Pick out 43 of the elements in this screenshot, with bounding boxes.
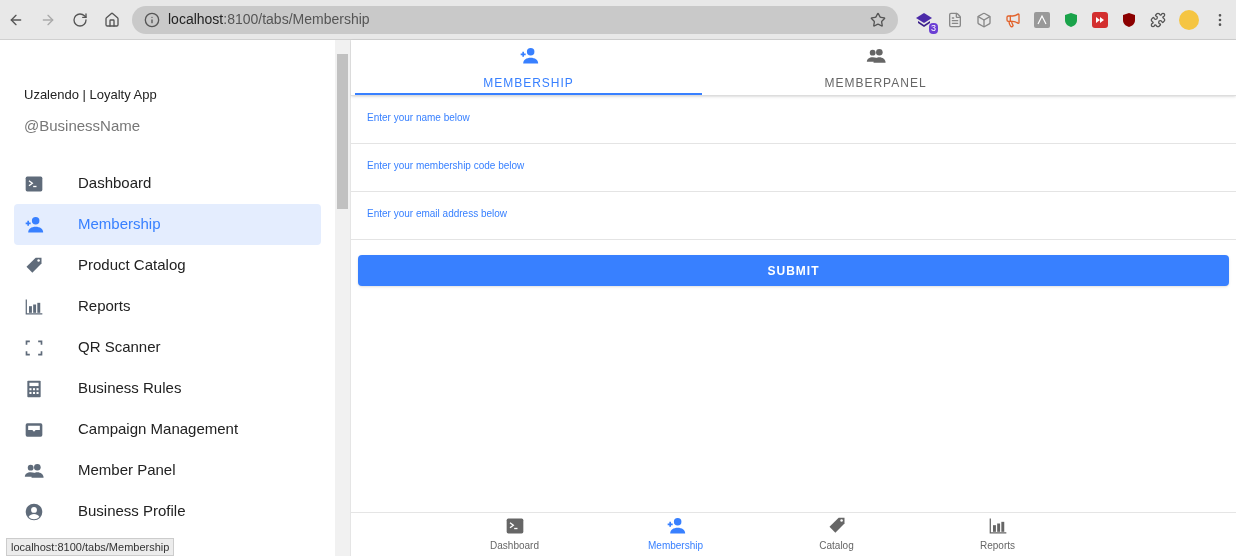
menu-item[interactable]: Member Panel [14, 450, 321, 491]
terminal-icon [504, 516, 525, 536]
add-person-icon [518, 46, 539, 66]
menu-item[interactable]: Product Catalog [14, 245, 321, 286]
megaphone-icon[interactable] [1005, 11, 1021, 28]
address-bar[interactable]: localhost:8100/tabs/Membership [132, 5, 898, 34]
scrollbar-thumb[interactable] [337, 54, 348, 209]
input-field[interactable]: Enter your email address below [351, 192, 1236, 240]
tab-bar-button[interactable]: Dashboard [434, 513, 595, 556]
tab-bar-button[interactable]: Catalog [756, 513, 917, 556]
bookmark-star-icon[interactable] [870, 11, 886, 28]
submit-button[interactable]: SUBMIT [358, 255, 1229, 286]
app-title: Uzalendo | Loyalty App [23, 86, 158, 104]
add-person-icon [665, 516, 686, 536]
info-icon[interactable] [144, 11, 160, 28]
calculator-icon [24, 378, 44, 399]
menu-item[interactable]: Dashboard [14, 163, 321, 204]
menu-item[interactable]: QR Scanner [14, 327, 321, 368]
menu-item[interactable]: Campaign Management [14, 409, 321, 450]
segment-tab[interactable]: MEMBERPANEL [702, 40, 1049, 95]
fast-forward-icon[interactable] [1092, 11, 1108, 28]
business-name: @BusinessName [23, 115, 142, 136]
menu-item[interactable]: Reports [14, 286, 321, 327]
reload-icon[interactable] [72, 11, 88, 28]
input-field[interactable]: Enter your name below [351, 96, 1236, 144]
puzzle-icon[interactable] [1150, 11, 1166, 28]
people-icon [865, 46, 886, 66]
menu-item[interactable]: Business Rules [14, 368, 321, 409]
url-text: localhost:8100/tabs/Membership [168, 10, 370, 29]
person-circle-icon [24, 501, 44, 522]
input-field[interactable]: Enter your membership code below [351, 144, 1236, 192]
tab-bar-button[interactable]: Membership [595, 513, 756, 556]
shield-icon[interactable] [1121, 11, 1137, 28]
status-tooltip: localhost:8100/tabs/Membership [6, 537, 175, 556]
menu-item[interactable]: Business Profile [14, 491, 321, 532]
cube-icon[interactable] [976, 11, 992, 28]
tab-bar-button[interactable]: Reports [917, 513, 1078, 556]
add-person-icon [24, 214, 44, 235]
segment-tab[interactable]: MEMBERSHIP [355, 40, 702, 95]
extension-badge: 3 [929, 22, 938, 34]
home-icon[interactable] [104, 11, 120, 28]
document-icon[interactable] [947, 11, 963, 28]
bar-chart-icon [987, 516, 1008, 536]
